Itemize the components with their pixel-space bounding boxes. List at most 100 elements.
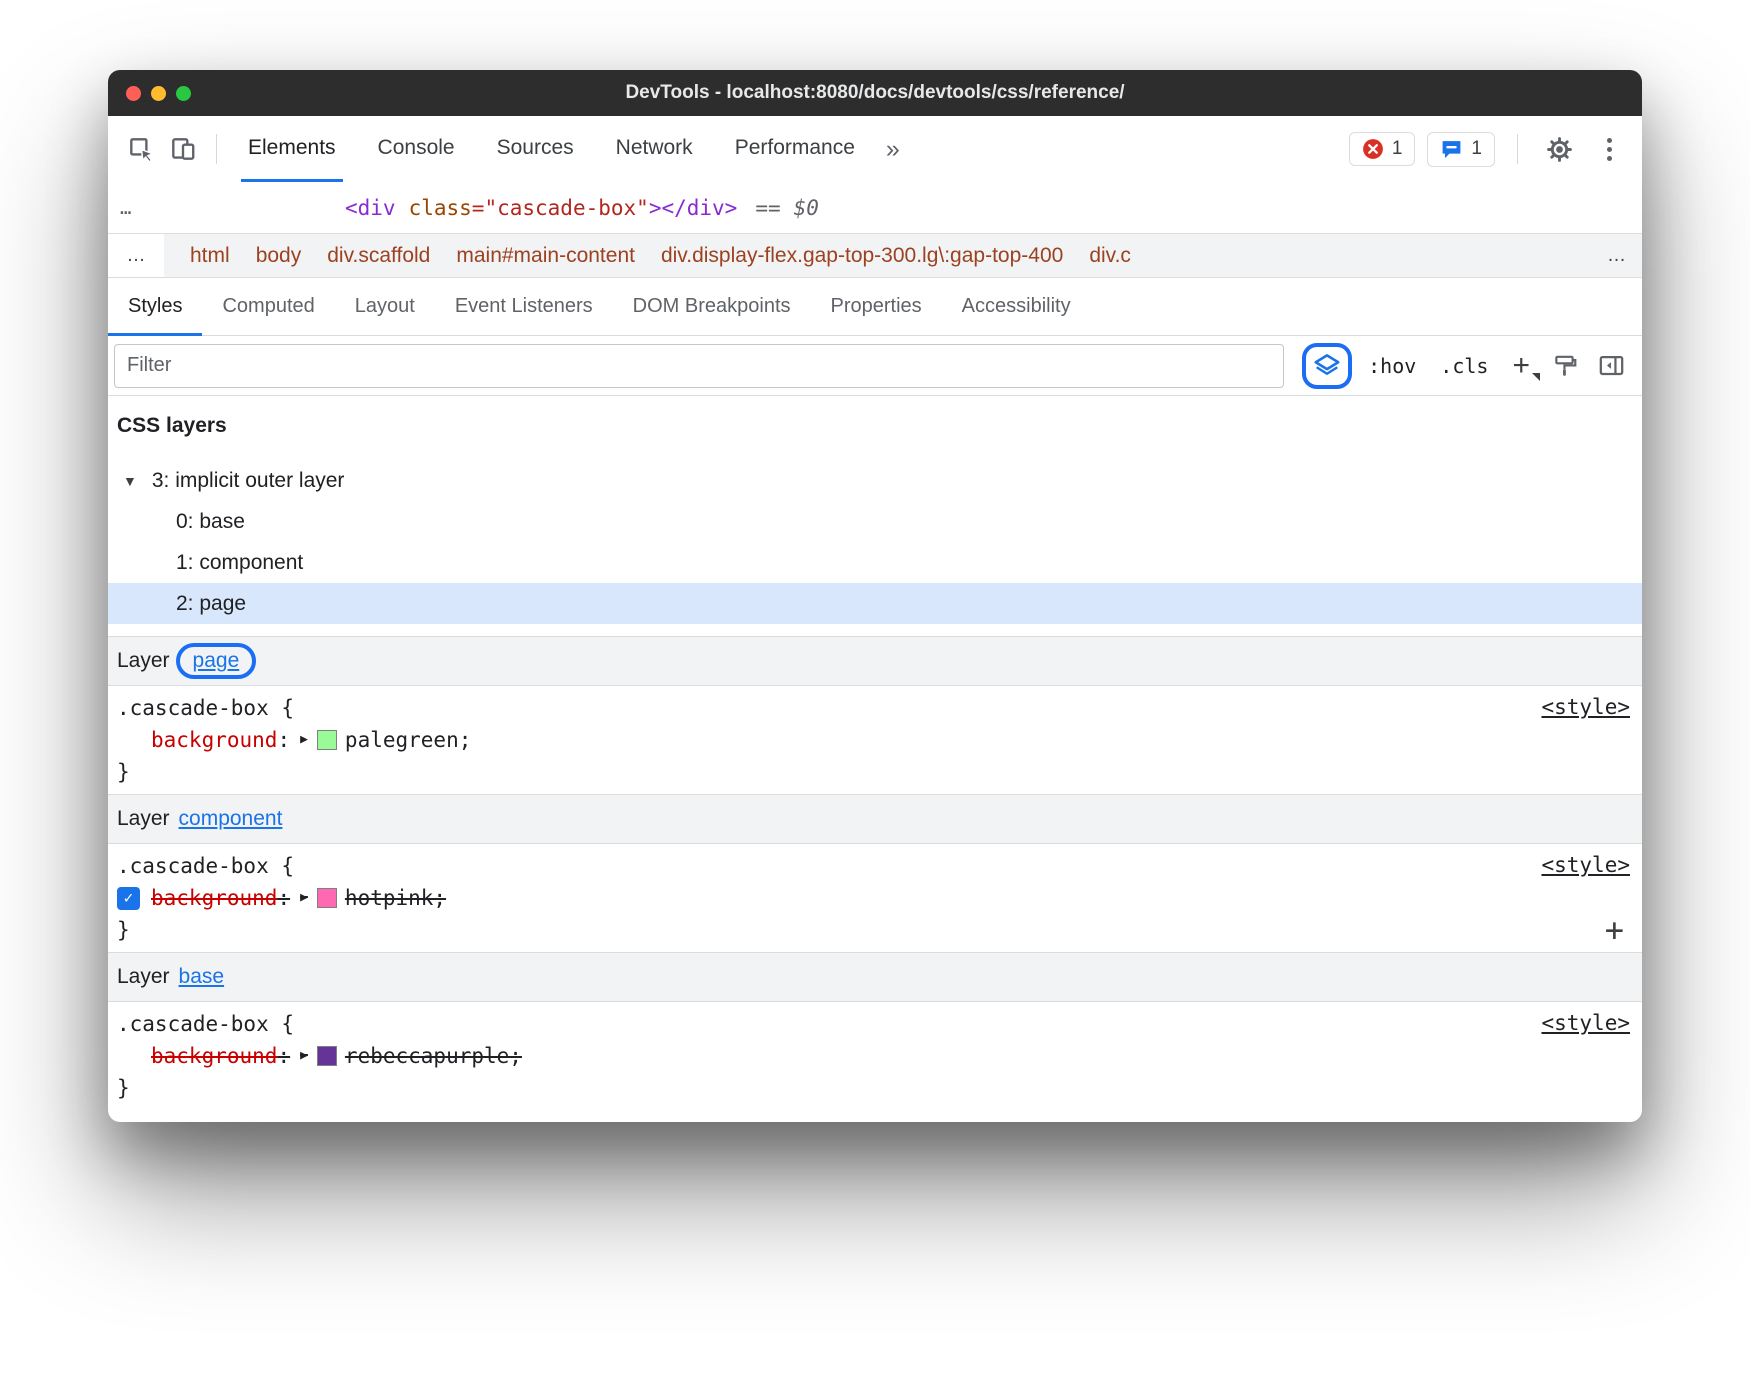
rendering-emulation-button[interactable]	[1546, 347, 1584, 385]
rule-selector[interactable]: .cascade-box {	[108, 692, 1642, 724]
issues-badge[interactable]: 1	[1427, 132, 1495, 167]
error-badge[interactable]: 1	[1349, 132, 1416, 166]
style-source-link[interactable]: <style>	[1541, 695, 1630, 719]
layer-tree-item-base[interactable]: 0: base	[108, 501, 1642, 542]
breadcrumb-item-main-content[interactable]: main#main-content	[456, 244, 635, 268]
toggle-class-button[interactable]: .cls	[1432, 354, 1496, 378]
tab-accessibility[interactable]: Accessibility	[942, 278, 1091, 336]
disclosure-triangle-icon[interactable]: ▼	[123, 473, 137, 489]
property-colon: :	[277, 724, 290, 756]
tab-event-listeners[interactable]: Event Listeners	[435, 278, 613, 336]
property-row: ✓ background: ▶ hotpink;	[108, 882, 1642, 914]
attr-name-token[interactable]: class	[409, 196, 472, 220]
tab-styles[interactable]: Styles	[108, 278, 202, 336]
layer-link-page[interactable]: page	[193, 649, 240, 673]
css-layers-panel: CSS layers ▼ 3: implicit outer layer 0: …	[108, 396, 1642, 636]
property-name[interactable]: background	[151, 1040, 277, 1072]
tab-sources[interactable]: Sources	[476, 116, 595, 182]
tab-properties[interactable]: Properties	[811, 278, 942, 336]
element-markup[interactable]: <divclass="cascade-box"></div>==$0	[345, 196, 819, 220]
layer-tree-item-label: 2: page	[176, 592, 246, 616]
toggle-computed-sidebar-button[interactable]	[1592, 347, 1630, 385]
three-dots-icon	[1607, 138, 1612, 161]
style-source-link[interactable]: <style>	[1541, 1011, 1630, 1035]
tag-open-token[interactable]: <div	[345, 196, 396, 220]
more-tabs-button[interactable]: »	[876, 135, 910, 164]
settings-button[interactable]	[1540, 130, 1578, 168]
property-row: background: ▶ palegreen;	[108, 724, 1642, 756]
layer-tree-item-component[interactable]: 1: component	[108, 542, 1642, 583]
breadcrumb-overflow-left[interactable]: …	[108, 234, 164, 277]
device-toolbar-icon	[169, 135, 197, 163]
error-count: 1	[1392, 138, 1403, 160]
plus-caret-icon	[1532, 373, 1540, 381]
layer-label: Layer	[117, 807, 170, 831]
property-name[interactable]: background	[151, 882, 277, 914]
breadcrumb-item-html[interactable]: html	[190, 244, 230, 268]
property-name[interactable]: background	[151, 724, 277, 756]
property-value[interactable]: rebeccapurple;	[345, 1040, 522, 1072]
property-checkbox[interactable]: ✓	[117, 887, 140, 910]
property-row: background: ▶ rebeccapurple;	[108, 1040, 1642, 1072]
expand-arrow-icon[interactable]: ▶	[300, 882, 308, 914]
style-rule-component: <style> .cascade-box { ✓ background: ▶ h…	[108, 844, 1642, 952]
issue-count: 1	[1471, 138, 1482, 160]
toggle-sidebar-icon	[1598, 352, 1625, 379]
layer-tree-item-page[interactable]: 2: page	[108, 583, 1642, 624]
css-layers-toggle-button[interactable]	[1311, 350, 1343, 382]
new-style-rule-button[interactable]: +	[1504, 351, 1538, 381]
rule-close-brace: }	[108, 914, 1642, 946]
property-colon: :	[277, 1040, 290, 1072]
property-value[interactable]: palegreen;	[345, 724, 471, 756]
color-swatch-palegreen[interactable]	[317, 730, 337, 750]
elements-tree-row[interactable]: … <divclass="cascade-box"></div>==$0	[108, 182, 1642, 233]
tab-computed[interactable]: Computed	[202, 278, 334, 336]
breadcrumb-item-body[interactable]: body	[256, 244, 302, 268]
tab-network[interactable]: Network	[595, 116, 714, 182]
rule-selector[interactable]: .cascade-box {	[108, 850, 1642, 882]
tag-close-token[interactable]: ></div>	[649, 196, 738, 220]
layer-link-base[interactable]: base	[179, 965, 225, 989]
layer-tree-item-label: 1: component	[176, 551, 303, 575]
inspect-element-button[interactable]	[122, 130, 160, 168]
filter-input[interactable]	[114, 344, 1284, 388]
annotation-ring-layers	[1302, 343, 1352, 389]
minimize-window-button[interactable]	[151, 86, 166, 101]
breadcrumb-overflow-right[interactable]: …	[1597, 245, 1626, 267]
color-swatch-hotpink[interactable]	[317, 888, 337, 908]
attr-value-token[interactable]: ="cascade-box"	[472, 196, 649, 220]
tab-console[interactable]: Console	[357, 116, 476, 182]
paint-roller-icon	[1552, 353, 1578, 379]
tab-performance[interactable]: Performance	[714, 116, 876, 182]
expand-arrow-icon[interactable]: ▶	[300, 1040, 308, 1072]
close-window-button[interactable]	[126, 86, 141, 101]
layer-tree-root[interactable]: ▼ 3: implicit outer layer	[108, 460, 1642, 501]
toggle-hover-state-button[interactable]: :hov	[1360, 354, 1424, 378]
equals-token: ==	[755, 196, 780, 220]
window-controls	[108, 86, 191, 101]
main-toolbar: Elements Console Sources Network Perform…	[108, 116, 1642, 182]
breadcrumb-item-display-flex[interactable]: div.display-flex.gap-top-300.lg\:gap-top…	[661, 244, 1063, 268]
style-source-link[interactable]: <style>	[1541, 853, 1630, 877]
color-swatch-rebeccapurple[interactable]	[317, 1046, 337, 1066]
expand-arrow-icon[interactable]: ▶	[300, 724, 308, 756]
property-value[interactable]: hotpink;	[345, 882, 446, 914]
tab-elements[interactable]: Elements	[227, 116, 357, 182]
breadcrumb-item-truncated[interactable]: div.c	[1089, 244, 1131, 268]
breadcrumb-item-scaffold[interactable]: div.scaffold	[327, 244, 430, 268]
main-menu-button[interactable]	[1590, 130, 1628, 168]
insert-style-rule-button[interactable]: +	[1605, 914, 1624, 946]
zoom-window-button[interactable]	[176, 86, 191, 101]
annotation-ring-page: page	[176, 643, 257, 679]
device-toolbar-button[interactable]	[164, 130, 202, 168]
elements-overflow-ellipsis[interactable]: …	[120, 197, 131, 219]
layer-label: Layer	[117, 965, 170, 989]
styles-filter-bar: :hov .cls +	[108, 336, 1642, 396]
toolbar-separator-right	[1517, 134, 1518, 164]
styles-pane-tabs: Styles Computed Layout Event Listeners D…	[108, 278, 1642, 336]
layer-link-component[interactable]: component	[179, 807, 283, 831]
tab-dom-breakpoints[interactable]: DOM Breakpoints	[613, 278, 811, 336]
tab-layout[interactable]: Layout	[335, 278, 435, 336]
toolbar-separator	[216, 134, 217, 164]
rule-selector[interactable]: .cascade-box {	[108, 1008, 1642, 1040]
